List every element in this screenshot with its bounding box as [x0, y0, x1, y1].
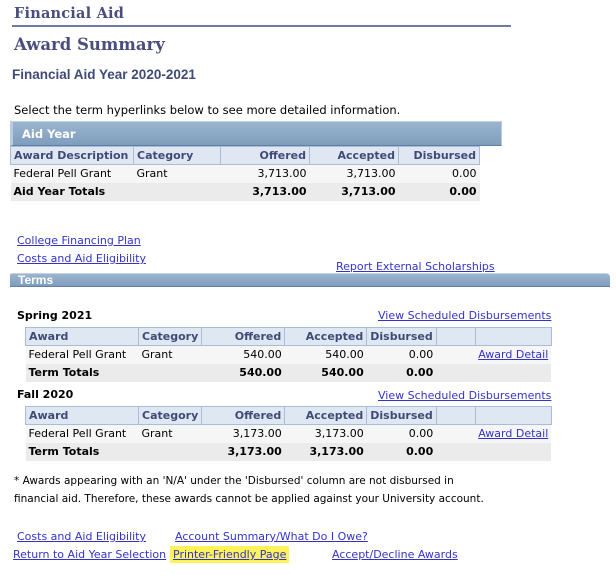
col-offered: Offered: [201, 406, 286, 425]
costs-aid-eligibility-link[interactable]: Costs and Aid Eligibility: [17, 252, 146, 265]
totals-disbursed: 0.00: [366, 363, 437, 382]
totals-accepted: 3,173.00: [284, 442, 367, 461]
table-row: Federal Pell Grant Grant 3,713.00 3,713.…: [10, 164, 480, 183]
col-accepted: Accepted: [309, 146, 399, 165]
table-row: Federal Pell Grant Grant 540.00 540.00 0…: [25, 345, 552, 364]
footnote-line-1: * Awards appearing with an 'N/A' under t…: [14, 475, 454, 487]
totals-offered: 3,173.00: [201, 442, 285, 461]
page-title: Financial Aid: [14, 5, 125, 22]
col-award: Award: [25, 406, 139, 425]
award-accepted: 540.00: [284, 345, 367, 364]
college-financing-plan-link[interactable]: College Financing Plan: [17, 234, 141, 247]
award-offered: 3,713.00: [220, 164, 310, 183]
col-award-description: Award Description: [10, 146, 134, 165]
term-name-fall-2020: Fall 2020: [17, 388, 74, 401]
fall-2020-table: Award Category Offered Accepted Disburse…: [25, 406, 552, 461]
award-category: Grant: [133, 164, 221, 183]
award-offered: 3,173.00: [201, 424, 285, 443]
table-header-row: Award Category Offered Accepted Disburse…: [25, 406, 552, 425]
col-category: Category: [137, 406, 203, 425]
aid-year-heading: Financial Aid Year 2020-2021: [12, 67, 196, 82]
totals-label: Aid Year Totals: [10, 182, 134, 201]
table-row: Federal Pell Grant Grant 3,173.00 3,173.…: [25, 424, 552, 443]
col-category: Category: [133, 146, 221, 165]
award-disbursed: 0.00: [398, 164, 480, 183]
totals-row: Term Totals 3,173.00 3,173.00 0.00: [25, 442, 552, 461]
col-blank: [435, 406, 476, 425]
terms-bar: Terms: [10, 273, 610, 287]
totals-row: Aid Year Totals 3,713.00 3,713.00 0.00: [10, 182, 480, 201]
totals-label: Term Totals: [25, 442, 139, 461]
spring-2021-table: Award Category Offered Accepted Disburse…: [25, 327, 552, 382]
aid-year-bar-label: Aid Year: [22, 127, 76, 141]
col-disbursed: Disbursed: [366, 406, 437, 425]
aid-year-table: Award Description Category Offered Accep…: [10, 146, 480, 201]
totals-label: Term Totals: [25, 363, 139, 382]
account-summary-link[interactable]: Account Summary/What Do I Owe?: [175, 530, 368, 543]
col-accepted: Accepted: [284, 327, 368, 346]
award-name: Federal Pell Grant: [25, 424, 139, 443]
col-accepted: Accepted: [284, 406, 368, 425]
award-detail-link[interactable]: Award Detail: [478, 427, 548, 440]
award-disbursed: 0.00: [366, 424, 437, 443]
award-offered: 540.00: [201, 345, 285, 364]
col-detail: [474, 327, 552, 346]
award-detail-link[interactable]: Award Detail: [478, 348, 548, 361]
costs-aid-eligibility-bottom-link[interactable]: Costs and Aid Eligibility: [17, 530, 146, 543]
award-name: Federal Pell Grant: [10, 164, 134, 183]
award-disbursed: 0.00: [366, 345, 437, 364]
title-divider: [12, 25, 511, 27]
col-offered: Offered: [220, 146, 310, 165]
col-disbursed: Disbursed: [398, 146, 480, 165]
table-header-row: Award Category Offered Accepted Disburse…: [25, 327, 552, 346]
totals-accepted: 540.00: [284, 363, 367, 382]
award-summary-heading: Award Summary: [14, 35, 165, 54]
instruction-text: Select the term hyperlinks below to see …: [14, 103, 401, 117]
award-category: Grant: [138, 424, 202, 443]
col-offered: Offered: [201, 327, 286, 346]
accept-decline-awards-link[interactable]: Accept/Decline Awards: [332, 548, 458, 561]
table-header-row: Award Description Category Offered Accep…: [10, 146, 480, 165]
totals-offered: 540.00: [201, 363, 285, 382]
award-category: Grant: [138, 345, 202, 364]
return-to-aid-year-link[interactable]: Return to Aid Year Selection: [13, 548, 166, 561]
col-blank: [435, 327, 476, 346]
totals-row: Term Totals 540.00 540.00 0.00: [25, 363, 552, 382]
view-scheduled-disbursements-link[interactable]: View Scheduled Disbursements: [378, 389, 551, 402]
footnote-line-2: financial aid. Therefore, these awards c…: [14, 493, 484, 505]
totals-accepted: 3,713.00: [309, 182, 399, 201]
printer-friendly-highlight: Printer-Friendly Page: [170, 546, 290, 563]
report-external-scholarships-link[interactable]: Report External Scholarships: [336, 260, 495, 273]
col-disbursed: Disbursed: [366, 327, 437, 346]
col-detail: [474, 406, 552, 425]
award-accepted: 3,173.00: [284, 424, 367, 443]
totals-disbursed: 0.00: [366, 442, 437, 461]
col-category: Category: [137, 327, 203, 346]
view-scheduled-disbursements-link[interactable]: View Scheduled Disbursements: [378, 309, 551, 322]
award-accepted: 3,713.00: [309, 164, 399, 183]
term-name-spring-2021: Spring 2021: [17, 309, 93, 322]
aid-year-bar: Aid Year: [10, 121, 502, 146]
award-name: Federal Pell Grant: [25, 345, 139, 364]
col-award: Award: [25, 327, 139, 346]
totals-offered: 3,713.00: [220, 182, 310, 201]
totals-disbursed: 0.00: [398, 182, 480, 201]
terms-bar-label: Terms: [18, 273, 54, 287]
printer-friendly-link[interactable]: Printer-Friendly Page: [173, 548, 286, 561]
